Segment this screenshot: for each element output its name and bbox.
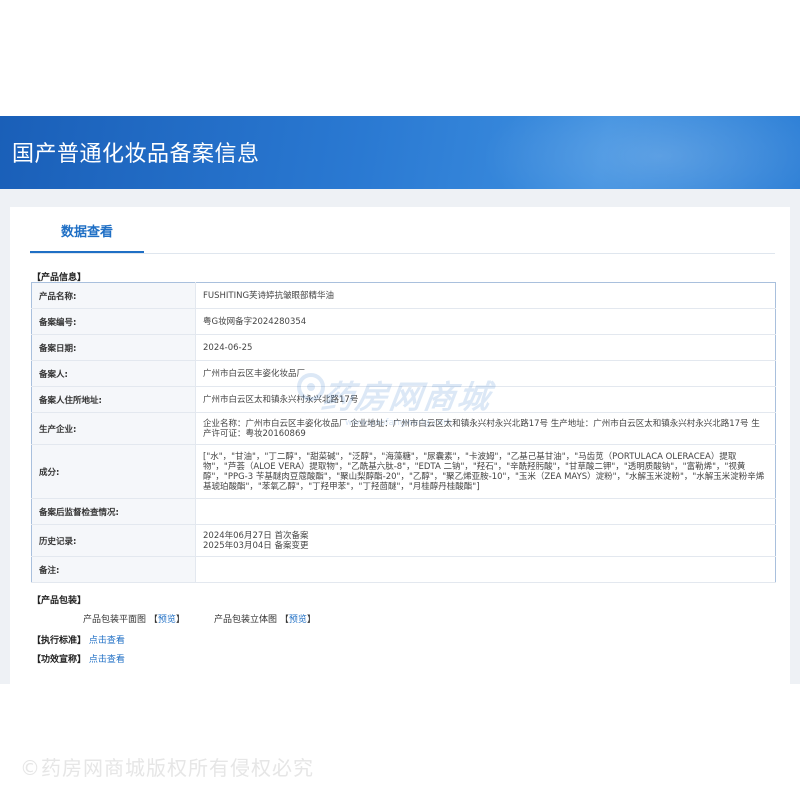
row-value: FUSHITING芙诗婷抗皱眼部精华油 <box>195 282 776 309</box>
tab-data-view[interactable]: 数据查看 <box>30 208 144 253</box>
bracket-open: 【 <box>148 615 158 625</box>
row-key: 备案日期: <box>31 334 196 361</box>
row-value: 2024年06月27日 首次备案 2025年03月04日 备案变更 <box>195 524 776 557</box>
table-row: 成分: ["水"，"甘油"，"丁二醇"，"甜菜碱"，"泛醇"，"海藻糖"，"尿囊素… <box>31 444 776 499</box>
header-banner: 国产普通化妆品备案信息 <box>0 116 800 189</box>
table-row: 历史记录: 2024年06月27日 首次备案 2025年03月04日 备案变更 <box>31 524 776 557</box>
row-key: 备案人: <box>31 360 196 387</box>
row-key: 备注: <box>31 556 196 583</box>
bracket-open: 【 <box>279 615 289 625</box>
row-value: 2024-06-25 <box>195 334 776 361</box>
row-key: 生产企业: <box>31 412 196 445</box>
row-key: 成分: <box>31 444 196 499</box>
bracket-close: 】 <box>306 615 316 625</box>
table-row: 产品名称: FUSHITING芙诗婷抗皱眼部精华油 <box>31 282 776 309</box>
packaging-flat: 产品包装平面图 【预览】 <box>83 612 185 625</box>
row-key: 备案编号: <box>31 308 196 335</box>
product-info-table: 产品名称: FUSHITING芙诗婷抗皱眼部精华油 备案编号: 粤G妆网备字20242… <box>31 282 776 583</box>
tab-divider <box>30 253 775 254</box>
row-key: 历史记录: <box>31 524 196 557</box>
row-key: 备案人住所地址: <box>31 386 196 413</box>
watermark-url: www.yaofangwang.com <box>345 418 452 428</box>
row-key: 产品名称: <box>31 282 196 309</box>
watermark-text: 药房网商城 <box>319 378 495 416</box>
packaging-stereo-preview-link[interactable]: 预览 <box>289 615 307 625</box>
packaging-flat-label: 产品包装平面图 <box>83 615 147 625</box>
table-row: 备注: <box>31 556 776 583</box>
packaging-label: 【产品包装】 <box>32 596 87 606</box>
efficacy-label: 【功效宣称】 <box>32 655 87 665</box>
bracket-close: 】 <box>175 615 185 625</box>
packaging-flat-preview-link[interactable]: 预览 <box>158 615 176 625</box>
row-value <box>195 556 776 583</box>
standard-view-link[interactable]: 点击查看 <box>89 636 125 646</box>
standard-row: 【执行标准】 点击查看 <box>32 633 125 646</box>
packaging-stereo: 产品包装立体图 【预览】 <box>214 612 316 625</box>
row-value: ["水"，"甘油"，"丁二醇"，"甜菜碱"，"泛醇"，"海藻糖"，"尿囊素"，"… <box>195 444 776 499</box>
efficacy-row: 【功效宣称】 点击查看 <box>32 652 125 665</box>
row-value: 粤G妆网备字2024280354 <box>195 308 776 335</box>
packaging-stereo-label: 产品包装立体图 <box>214 615 278 625</box>
row-key: 备案后监督检查情况: <box>31 498 196 525</box>
copyright-watermark: ©药房网商城版权所有侵权必究 <box>20 756 314 780</box>
efficacy-view-link[interactable]: 点击查看 <box>89 655 125 665</box>
standard-label: 【执行标准】 <box>32 636 87 646</box>
table-row: 备案日期: 2024-06-25 <box>31 334 776 361</box>
table-row: 备案后监督检查情况: <box>31 498 776 525</box>
row-value <box>195 498 776 525</box>
table-row: 备案编号: 粤G妆网备字2024280354 <box>31 308 776 335</box>
page-title: 国产普通化妆品备案信息 <box>12 142 260 167</box>
